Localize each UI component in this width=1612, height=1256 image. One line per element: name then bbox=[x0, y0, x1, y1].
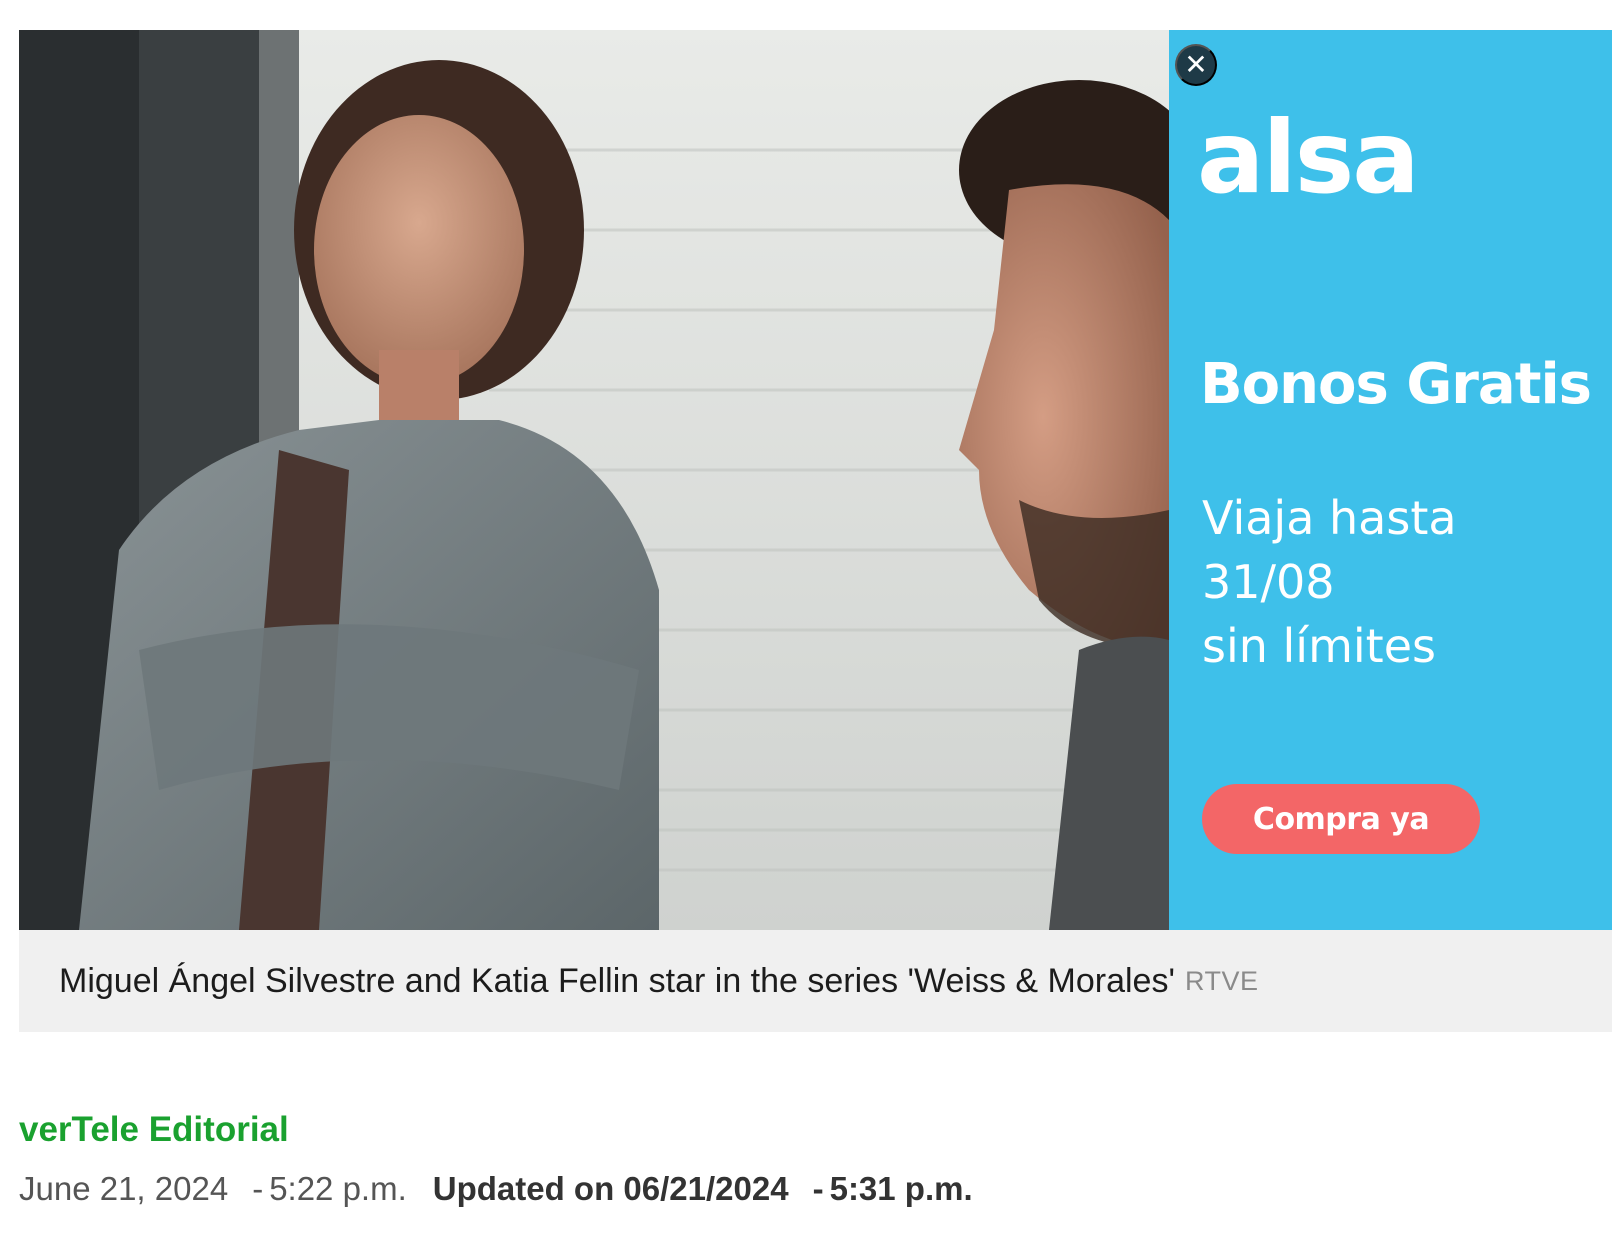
ad-logo: alsa bbox=[1197, 99, 1420, 216]
image-caption: Miguel Ángel Silvestre and Katia Fellin … bbox=[19, 930, 1612, 1032]
date-separator: - bbox=[812, 1170, 824, 1207]
ad-subtext-line: sin límites bbox=[1202, 619, 1436, 673]
ad-subtext: Viaja hasta 31/08 sin límites bbox=[1202, 486, 1602, 678]
close-icon[interactable]: ✕ bbox=[1175, 44, 1217, 86]
photo-credit: RTVE bbox=[1184, 965, 1259, 996]
ad-headline: Bonos Gratis bbox=[1200, 352, 1592, 417]
updated-time: 5:31 p.m. bbox=[829, 1170, 973, 1207]
updated-date: Updated on 06/21/2024 bbox=[432, 1170, 789, 1207]
hero-photo bbox=[19, 30, 1169, 930]
ad-subtext-line: Viaja hasta 31/08 bbox=[1202, 491, 1457, 609]
buy-now-button[interactable]: Compra ya bbox=[1202, 784, 1480, 854]
publish-date: June 21, 2024 bbox=[19, 1170, 229, 1207]
date-separator: - bbox=[252, 1170, 264, 1207]
ad-banner[interactable]: ✕ alsa Bonos Gratis Viaja hasta 31/08 si… bbox=[1169, 30, 1612, 930]
hero-image bbox=[19, 30, 1169, 930]
caption-text: Miguel Ángel Silvestre and Katia Fellin … bbox=[59, 961, 1175, 1000]
article-page: ✕ alsa Bonos Gratis Viaja hasta 31/08 si… bbox=[0, 0, 1612, 1256]
publish-dates: June 21, 2024 - 5:22 p.m. Updated on 06/… bbox=[19, 1170, 973, 1208]
publish-time: 5:22 p.m. bbox=[269, 1170, 407, 1207]
author-link[interactable]: verTele Editorial bbox=[19, 1110, 289, 1150]
